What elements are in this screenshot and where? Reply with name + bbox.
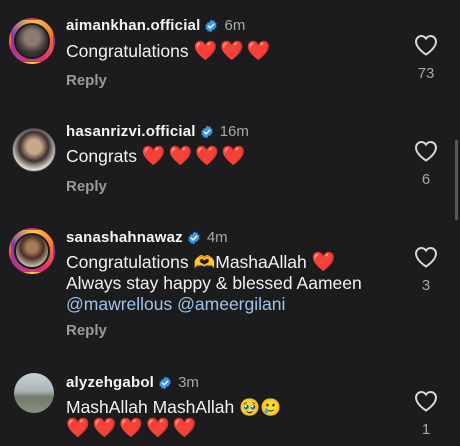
face-emojis: 🥹🥲 bbox=[239, 398, 282, 417]
like-count: 3 bbox=[421, 277, 431, 294]
comments-panel: aimankhan.official 6m Congratulations ❤️… bbox=[0, 0, 460, 446]
verified-badge-icon bbox=[159, 376, 171, 389]
avatar[interactable] bbox=[14, 373, 54, 413]
like-count: 73 bbox=[417, 65, 435, 82]
comment-line: @mawrellous @ameergilani bbox=[66, 294, 406, 315]
comment-text-body: Congratulations bbox=[66, 41, 189, 61]
scrollbar[interactable] bbox=[455, 140, 458, 220]
comment-text: Congratulations 🫶MashaAllah ❤️ Always st… bbox=[66, 252, 406, 315]
comment-time: 16m bbox=[219, 123, 249, 140]
like-count: 1 bbox=[421, 421, 431, 438]
comment-text-body: Congrats bbox=[66, 146, 138, 166]
heart-emojis: ❤️❤️❤️ bbox=[193, 41, 274, 62]
verified-badge-icon bbox=[205, 19, 218, 32]
comment-time: 3m bbox=[178, 374, 199, 391]
comment-username[interactable]: alyzehgabol bbox=[66, 374, 154, 391]
comment-text: Congratulations ❤️❤️❤️ bbox=[66, 41, 406, 62]
comment-username[interactable]: sanashahnawaz bbox=[66, 229, 183, 246]
heart-outline-icon[interactable] bbox=[414, 140, 438, 162]
mention-link[interactable]: @ameergilani bbox=[177, 294, 285, 314]
reply-button[interactable]: Reply bbox=[66, 178, 107, 195]
reply-button[interactable]: Reply bbox=[66, 72, 107, 89]
heart-hands-emoji: 🫶 bbox=[193, 252, 216, 272]
comment-text: MashAllah MashAllah 🥹🥲 ❤️❤️❤️❤️❤️ bbox=[66, 397, 406, 439]
comment-text-body: Congratulations bbox=[66, 252, 189, 272]
verified-badge-icon bbox=[188, 231, 200, 244]
heart-emojis: ❤️❤️❤️❤️ bbox=[141, 146, 249, 167]
avatar[interactable] bbox=[9, 228, 55, 274]
comment-text-body: MashaAllah bbox=[215, 252, 307, 272]
heart-outline-icon[interactable] bbox=[414, 390, 438, 412]
comment-time: 4m bbox=[206, 229, 228, 246]
heart-emojis: ❤️❤️❤️❤️❤️ bbox=[66, 418, 200, 439]
comment-username[interactable]: aimankhan.official bbox=[66, 17, 200, 34]
verified-badge-icon bbox=[200, 125, 213, 138]
heart-emojis: ❤️ bbox=[311, 252, 339, 273]
comment-line: ❤️❤️❤️❤️❤️ bbox=[66, 418, 406, 439]
mention-link[interactable]: @mawrellous bbox=[66, 294, 172, 314]
avatar[interactable] bbox=[12, 128, 56, 172]
like-count: 6 bbox=[421, 171, 431, 188]
comment-line: Congratulations 🫶MashaAllah ❤️ bbox=[66, 252, 406, 273]
comment-username[interactable]: hasanrizvi.official bbox=[66, 123, 196, 140]
heart-outline-icon[interactable] bbox=[414, 246, 438, 268]
comment-line: Always stay happy & blessed Aameen bbox=[66, 273, 362, 293]
comment-time: 6m bbox=[224, 17, 246, 34]
heart-outline-icon[interactable] bbox=[414, 34, 438, 56]
comment-text: Congrats ❤️❤️❤️❤️ bbox=[66, 146, 406, 167]
comment-text-body: MashAllah MashAllah bbox=[66, 397, 235, 417]
avatar[interactable] bbox=[9, 18, 55, 64]
reply-button[interactable]: Reply bbox=[66, 322, 107, 339]
comment-line: MashAllah MashAllah 🥹🥲 bbox=[66, 397, 406, 418]
